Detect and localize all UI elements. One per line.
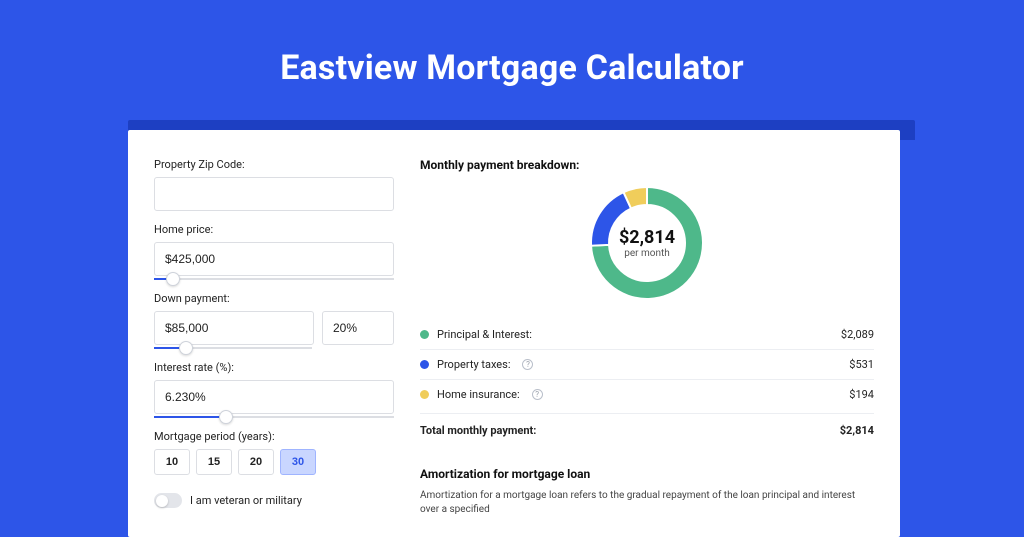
- inputs-panel: Property Zip Code: Home price: Down paym…: [154, 158, 394, 517]
- donut-chart-wrap: $2,814 per month: [420, 184, 874, 302]
- slider-thumb[interactable]: [219, 410, 233, 424]
- legend-dot-icon: [420, 360, 429, 369]
- total-label: Total monthly payment:: [420, 424, 536, 437]
- legend-label: Property taxes:: [437, 358, 510, 371]
- donut-amount: $2,814: [619, 227, 675, 248]
- field-period: Mortgage period (years): 10152030: [154, 430, 394, 475]
- period-button-30[interactable]: 30: [280, 449, 316, 475]
- interest-label: Interest rate (%):: [154, 361, 394, 374]
- veteran-label: I am veteran or military: [190, 494, 302, 507]
- home-price-input[interactable]: [154, 242, 394, 276]
- legend-dot-icon: [420, 390, 429, 399]
- donut-chart: $2,814 per month: [588, 184, 706, 302]
- donut-sub: per month: [624, 248, 670, 259]
- info-icon[interactable]: ?: [522, 359, 533, 370]
- total-row: Total monthly payment: $2,814: [420, 413, 874, 445]
- field-home-price: Home price:: [154, 223, 394, 280]
- breakdown-title: Monthly payment breakdown:: [420, 158, 874, 172]
- period-label: Mortgage period (years):: [154, 430, 394, 443]
- info-icon[interactable]: ?: [532, 389, 543, 400]
- home-price-slider[interactable]: [154, 278, 394, 280]
- down-payment-percent-input[interactable]: [322, 311, 394, 345]
- veteran-row: I am veteran or military: [154, 493, 394, 508]
- legend-value: $194: [849, 388, 874, 401]
- home-price-label: Home price:: [154, 223, 394, 236]
- legend-value: $2,089: [841, 328, 874, 341]
- interest-slider[interactable]: [154, 416, 394, 418]
- down-payment-amount-input[interactable]: [154, 311, 314, 345]
- legend-label: Home insurance:: [437, 388, 520, 401]
- period-button-10[interactable]: 10: [154, 449, 190, 475]
- amort-title: Amortization for mortgage loan: [420, 467, 874, 481]
- legend-value: $531: [849, 358, 874, 371]
- total-value: $2,814: [840, 424, 874, 437]
- slider-thumb[interactable]: [166, 272, 180, 286]
- breakdown-panel: Monthly payment breakdown: $2,814 per mo…: [420, 158, 874, 517]
- slider-thumb[interactable]: [179, 341, 193, 355]
- down-payment-label: Down payment:: [154, 292, 394, 305]
- field-interest: Interest rate (%):: [154, 361, 394, 418]
- donut-center: $2,814 per month: [588, 184, 706, 302]
- legend-row: Home insurance:? $194: [420, 380, 874, 409]
- page-title: Eastview Mortgage Calculator: [0, 0, 1024, 116]
- field-zip: Property Zip Code:: [154, 158, 394, 211]
- zip-input[interactable]: [154, 177, 394, 211]
- period-button-15[interactable]: 15: [196, 449, 232, 475]
- field-down-payment: Down payment:: [154, 292, 394, 349]
- legend-dot-icon: [420, 330, 429, 339]
- veteran-toggle[interactable]: [154, 493, 182, 508]
- interest-input[interactable]: [154, 380, 394, 414]
- amort-text: Amortization for a mortgage loan refers …: [420, 489, 874, 517]
- zip-label: Property Zip Code:: [154, 158, 394, 171]
- legend-label: Principal & Interest:: [437, 328, 532, 341]
- period-button-20[interactable]: 20: [238, 449, 274, 475]
- calculator-card: Property Zip Code: Home price: Down paym…: [128, 130, 900, 537]
- legend-row: Principal & Interest: $2,089: [420, 320, 874, 350]
- legend-row: Property taxes:? $531: [420, 350, 874, 380]
- down-payment-slider[interactable]: [154, 347, 312, 349]
